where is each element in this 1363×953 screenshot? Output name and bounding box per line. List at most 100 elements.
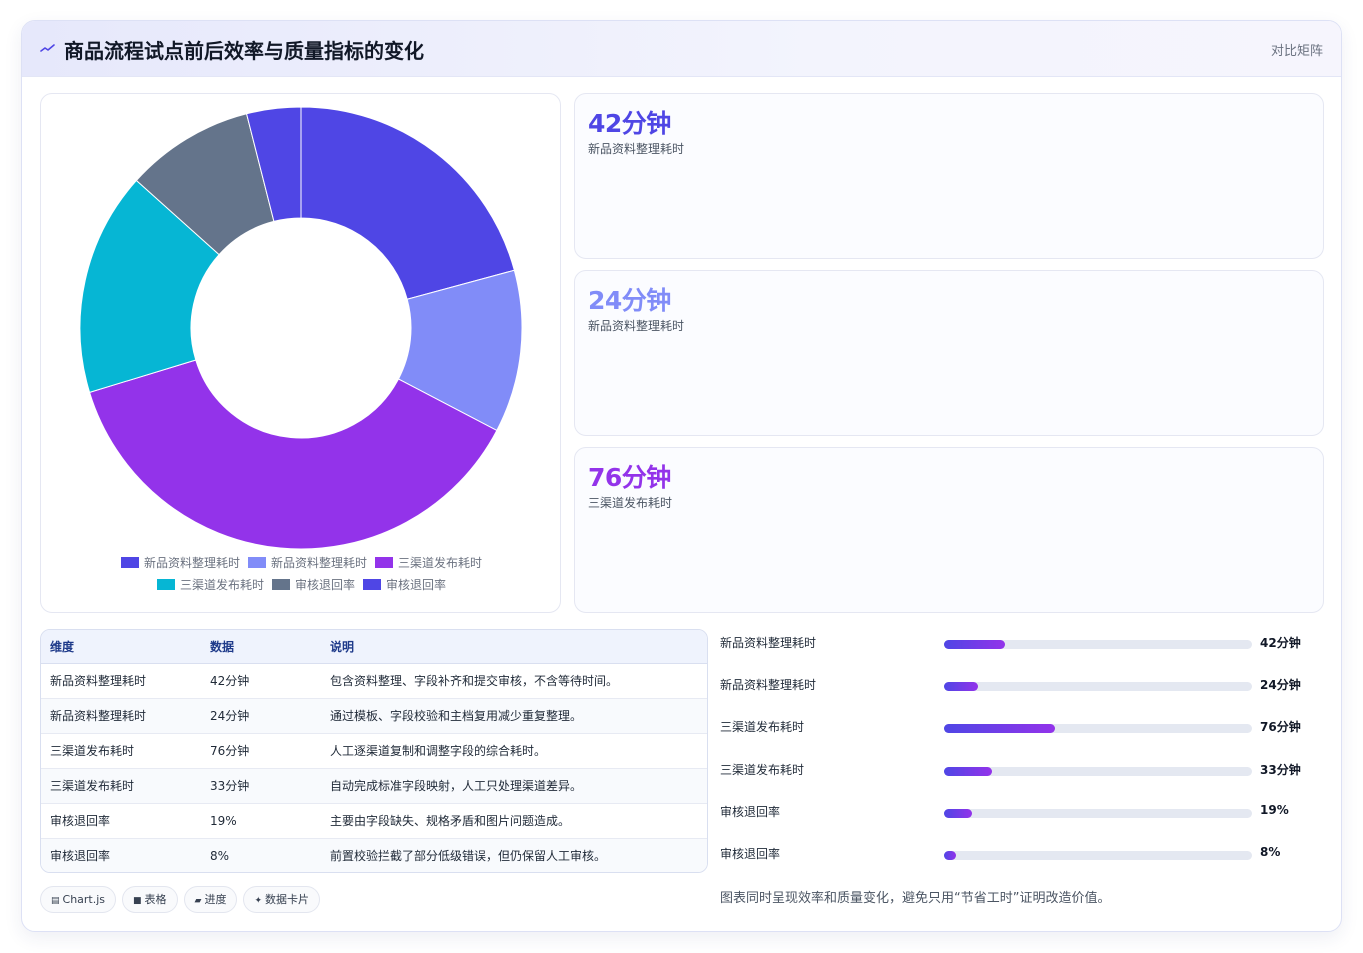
progress-value: 24分钟 bbox=[1260, 678, 1301, 693]
table-cell: 审核退回率 bbox=[41, 838, 201, 872]
table-cell: 新品资料整理耗时 bbox=[41, 698, 201, 734]
table-cell: 8% bbox=[201, 838, 321, 872]
stat-value: 42分钟 bbox=[588, 109, 671, 138]
data-table: 维度 数据 说明 新品资料整理耗时 42分钟 包含资料整理、字段补齐和提交审核，… bbox=[40, 629, 708, 873]
table-cell: 三渠道发布耗时 bbox=[41, 768, 201, 804]
table-header-cell: 维度 bbox=[41, 630, 201, 664]
card-icon: ✦ bbox=[254, 896, 263, 906]
table-cell: 审核退回率 bbox=[41, 803, 201, 839]
stat-value: 76分钟 bbox=[588, 463, 671, 492]
progress-row: 三渠道发布耗时 76分钟 bbox=[720, 717, 1320, 737]
progress-row: 新品资料整理耗时 24分钟 bbox=[720, 675, 1320, 695]
progress-track bbox=[944, 766, 1252, 776]
chart-legend: 新品资料整理耗时 新品资料整理耗时 三渠道发布耗时 三渠道发布耗时 审核退回率 审核退回率 bbox=[41, 552, 562, 596]
chart-icon: ▤ bbox=[51, 896, 60, 906]
legend-item[interactable]: 新品资料整理耗时 bbox=[120, 552, 240, 574]
progress-fill bbox=[944, 808, 972, 818]
legend-item[interactable]: 审核退回率 bbox=[271, 574, 355, 596]
donut-chart bbox=[79, 106, 523, 550]
tag-chip[interactable]: ✦ 数据卡片 bbox=[243, 886, 321, 913]
table-icon: ■ bbox=[133, 896, 142, 906]
progress-icon: ▰ bbox=[194, 896, 202, 906]
progress-label: 三渠道发布耗时 bbox=[720, 720, 805, 735]
progress-value: 42分钟 bbox=[1260, 636, 1301, 650]
legend-item[interactable]: 三渠道发布耗时 bbox=[375, 552, 482, 574]
table-cell: 76分钟 bbox=[201, 733, 321, 769]
stat-label: 三渠道发布耗时 bbox=[588, 496, 673, 510]
table-cell: 42分钟 bbox=[201, 663, 321, 699]
chart-note: 图表同时呈现效率和质量变化，避免只用“节省工时”证明改造价值。 bbox=[720, 891, 1111, 906]
table-cell: 新品资料整理耗时 bbox=[41, 663, 201, 699]
tag-chips: ▤ Chart.js ■ 表格 ▰ 进度 ✦ 数据卡片 bbox=[40, 886, 326, 914]
legend-label: 审核退回率 bbox=[294, 578, 355, 592]
donut-slice[interactable] bbox=[300, 106, 515, 300]
legend-swatch bbox=[247, 557, 266, 568]
legend-label: 新品资料整理耗时 bbox=[143, 556, 240, 570]
tag-chip-label: 进度 bbox=[204, 893, 227, 906]
tag-chip-label: Chart.js bbox=[62, 893, 106, 906]
table-header-row: 维度 数据 说明 bbox=[41, 630, 707, 664]
table-cell: 19% bbox=[201, 803, 321, 839]
table-cell: 三渠道发布耗时 bbox=[41, 733, 201, 769]
legend-swatch bbox=[363, 579, 381, 590]
page-title: 商品流程试点前后效率与质量指标的变化 bbox=[64, 39, 424, 63]
table-cell: 人工逐渠道复制和调整字段的综合耗时。 bbox=[321, 733, 707, 769]
table-header-cell: 说明 bbox=[321, 630, 707, 664]
progress-track bbox=[944, 640, 1252, 649]
legend-label: 审核退回率 bbox=[386, 578, 447, 592]
progress-value: 76分钟 bbox=[1260, 720, 1301, 735]
legend-label: 三渠道发布耗时 bbox=[398, 556, 483, 570]
table-cell: 通过模板、字段校验和主档复用减少重复整理。 bbox=[321, 698, 707, 734]
legend-swatch bbox=[156, 579, 175, 590]
progress-value: 33分钟 bbox=[1260, 762, 1301, 777]
progress-fill bbox=[944, 640, 1005, 649]
progress-row: 新品资料整理耗时 42分钟 bbox=[720, 633, 1320, 653]
tag-chip[interactable]: ■ 表格 bbox=[122, 886, 178, 913]
progress-list: 新品资料整理耗时 42分钟 新品资料整理耗时 24分钟 三渠道发布耗时 76分钟 三渠道发布… bbox=[720, 633, 1320, 883]
progress-row: 审核退回率 19% bbox=[720, 802, 1320, 822]
stat-card: 42分钟 新品资料整理耗时 bbox=[574, 93, 1324, 259]
progress-label: 审核退回率 bbox=[720, 804, 781, 819]
progress-fill bbox=[944, 766, 993, 776]
progress-track bbox=[944, 851, 1252, 860]
legend-label: 三渠道发布耗时 bbox=[179, 578, 264, 592]
tag-chip[interactable]: ▤ Chart.js bbox=[40, 886, 117, 913]
progress-track bbox=[944, 724, 1252, 734]
progress-value: 8% bbox=[1260, 845, 1281, 859]
header-tag: 对比矩阵 bbox=[1270, 44, 1323, 59]
stat-label: 新品资料整理耗时 bbox=[588, 319, 685, 333]
tag-chip-label: 表格 bbox=[144, 893, 167, 906]
progress-track bbox=[944, 808, 1252, 818]
progress-fill bbox=[944, 682, 979, 692]
legend-item[interactable]: 新品资料整理耗时 bbox=[247, 552, 367, 574]
tag-chip-label: 数据卡片 bbox=[265, 893, 310, 906]
progress-label: 审核退回率 bbox=[720, 847, 781, 861]
progress-row: 三渠道发布耗时 33分钟 bbox=[720, 760, 1320, 780]
progress-track bbox=[944, 682, 1252, 692]
stat-value: 24分钟 bbox=[588, 286, 671, 315]
table-row: 三渠道发布耗时 33分钟 自动完成标准字段映射，人工只处理渠道差异。 bbox=[41, 768, 707, 804]
table-row: 审核退回率 8% 前置校验拦截了部分低级错误，但仍保留人工审核。 bbox=[41, 838, 707, 872]
table-row: 审核退回率 19% 主要由字段缺失、规格矛盾和图片问题造成。 bbox=[41, 803, 707, 839]
table-row: 三渠道发布耗时 76分钟 人工逐渠道复制和调整字段的综合耗时。 bbox=[41, 733, 707, 769]
progress-value: 19% bbox=[1260, 802, 1289, 817]
progress-row: 审核退回率 8% bbox=[720, 844, 1320, 864]
table-row: 新品资料整理耗时 42分钟 包含资料整理、字段补齐和提交审核，不含等待时间。 bbox=[41, 663, 707, 699]
legend-item[interactable]: 三渠道发布耗时 bbox=[156, 574, 264, 596]
table-cell: 自动完成标准字段映射，人工只处理渠道差异。 bbox=[321, 768, 707, 804]
table-cell: 前置校验拦截了部分低级错误，但仍保留人工审核。 bbox=[321, 838, 707, 872]
trend-line-icon bbox=[40, 44, 55, 52]
table-row: 新品资料整理耗时 24分钟 通过模板、字段校验和主档复用减少重复整理。 bbox=[41, 698, 707, 734]
table-cell: 33分钟 bbox=[201, 768, 321, 804]
tag-chip[interactable]: ▰ 进度 bbox=[183, 886, 238, 913]
progress-label: 新品资料整理耗时 bbox=[720, 636, 817, 650]
stat-card: 76分钟 三渠道发布耗时 bbox=[574, 447, 1324, 613]
legend-item[interactable]: 审核退回率 bbox=[363, 574, 446, 596]
progress-label: 新品资料整理耗时 bbox=[720, 678, 817, 693]
legend-swatch bbox=[120, 557, 139, 568]
stat-label: 新品资料整理耗时 bbox=[588, 142, 685, 156]
progress-fill bbox=[944, 724, 1055, 734]
legend-swatch bbox=[375, 557, 393, 568]
progress-fill bbox=[944, 851, 956, 860]
progress-label: 三渠道发布耗时 bbox=[720, 762, 805, 777]
